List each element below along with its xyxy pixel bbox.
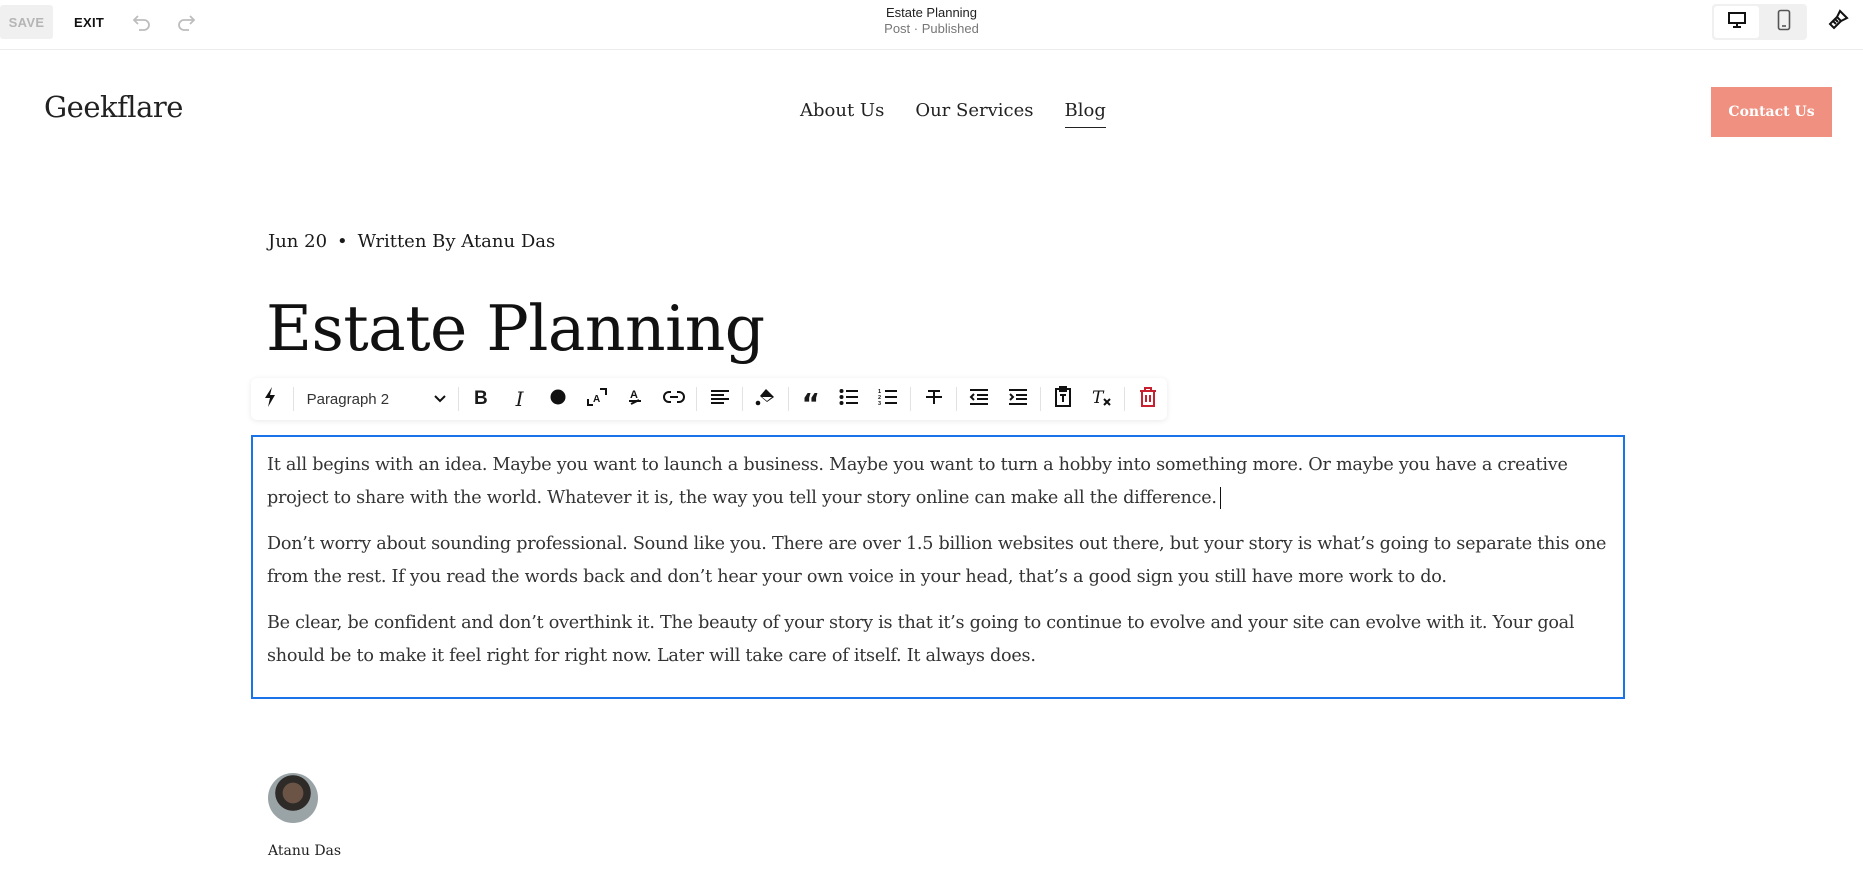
svg-text:3: 3 [878, 401, 881, 406]
paintbrush-icon [1826, 8, 1850, 37]
site-logo[interactable]: Geekflare [44, 90, 183, 124]
italic-button[interactable]: I [500, 378, 539, 420]
mobile-icon [1777, 9, 1791, 36]
numbered-list-button[interactable]: 123 [869, 378, 908, 420]
highlight-icon: A [626, 387, 644, 412]
delete-block-button[interactable] [1128, 378, 1167, 420]
bold-icon: B [474, 388, 488, 409]
paragraph[interactable]: Be clear, be confident and don’t overthi… [267, 607, 1609, 673]
quote-icon: “ [801, 387, 820, 420]
editor-top-bar: SAVE EXIT Estate Planning Post · Publish… [0, 0, 1863, 50]
text-formatting-toolbar: Paragraph 2 B I A A “ 123 T [251, 378, 1167, 420]
strikethrough-button[interactable] [914, 378, 953, 420]
highlight-button[interactable]: A [616, 378, 655, 420]
indent-button[interactable] [999, 378, 1038, 420]
text-color-button[interactable] [539, 378, 578, 420]
toolbar-divider [955, 387, 957, 411]
trash-icon [1139, 386, 1157, 412]
nav-about-us[interactable]: About Us [800, 100, 884, 128]
post-meta: Jun 20 • Written By Atanu Das [268, 231, 555, 252]
author-name: Atanu Das [268, 843, 342, 859]
bold-button[interactable]: B [462, 378, 501, 420]
toolbar-divider [457, 387, 459, 411]
author-avatar [268, 773, 318, 823]
document-status: Post · Published [884, 21, 979, 36]
text-size-icon: A [586, 387, 608, 412]
italic-icon: I [515, 387, 524, 411]
toolbar-divider [292, 387, 294, 411]
numbered-list-icon: 123 [878, 388, 898, 411]
text-size-button[interactable]: A [577, 378, 616, 420]
post-date: Jun 20 [268, 231, 328, 252]
link-icon [663, 389, 685, 410]
device-toggle [1712, 4, 1807, 40]
toolbar-divider [1040, 387, 1042, 411]
clear-formatting-button[interactable]: T [1083, 378, 1122, 420]
contact-us-button[interactable]: Contact Us [1711, 87, 1832, 137]
bulleted-list-button[interactable] [830, 378, 869, 420]
site-styles-button[interactable] [1824, 8, 1852, 36]
site-navigation: About Us Our Services Blog [800, 100, 1106, 128]
blockquote-button[interactable]: “ [791, 378, 830, 420]
post-byline[interactable]: Written By Atanu Das [358, 231, 556, 252]
paragraph-style-value: Paragraph 2 [306, 390, 390, 408]
color-dot-icon [550, 389, 566, 410]
clear-formatting-icon: T [1091, 387, 1113, 412]
post-title[interactable]: Estate Planning [266, 292, 765, 365]
ai-assist-button[interactable] [251, 378, 290, 420]
nav-our-services[interactable]: Our Services [915, 100, 1033, 128]
clipboard-icon [1054, 385, 1072, 413]
nav-blog[interactable]: Blog [1064, 100, 1106, 128]
align-left-icon [710, 389, 730, 410]
bullet-list-icon [839, 388, 859, 410]
svg-text:A: A [593, 394, 600, 405]
align-button[interactable] [700, 378, 739, 420]
toolbar-divider [741, 387, 743, 411]
desktop-icon [1727, 11, 1747, 34]
outdent-button[interactable] [960, 378, 999, 420]
toolbar-divider [787, 387, 789, 411]
toolbar-divider [910, 387, 912, 411]
link-button[interactable] [655, 378, 694, 420]
paint-bucket-icon [754, 387, 776, 412]
toolbar-divider [696, 387, 698, 411]
indent-icon [1008, 388, 1028, 410]
mobile-view-button[interactable] [1762, 6, 1805, 38]
svg-text:A: A [630, 389, 638, 401]
svg-text:T: T [1092, 388, 1105, 407]
paragraph-text: It all begins with an idea. Maybe you wa… [267, 455, 1568, 508]
fill-button[interactable] [746, 378, 785, 420]
paragraph[interactable]: Don’t worry about sounding professional.… [267, 528, 1609, 594]
chevron-down-icon [433, 391, 447, 408]
text-block-editor[interactable]: It all begins with an idea. Maybe you wa… [251, 435, 1625, 699]
outdent-icon [969, 388, 989, 410]
paragraph[interactable]: It all begins with an idea. Maybe you wa… [267, 449, 1609, 515]
document-title: Estate Planning [885, 5, 978, 20]
strikethrough-icon [925, 388, 943, 411]
meta-separator: • [337, 231, 348, 252]
lightning-icon [263, 386, 277, 413]
desktop-view-button[interactable] [1714, 6, 1759, 38]
paste-plain-text-button[interactable] [1044, 378, 1083, 420]
toolbar-divider [1124, 387, 1126, 411]
text-cursor [1219, 487, 1222, 509]
paragraph-style-dropdown[interactable]: Paragraph 2 [297, 378, 455, 420]
